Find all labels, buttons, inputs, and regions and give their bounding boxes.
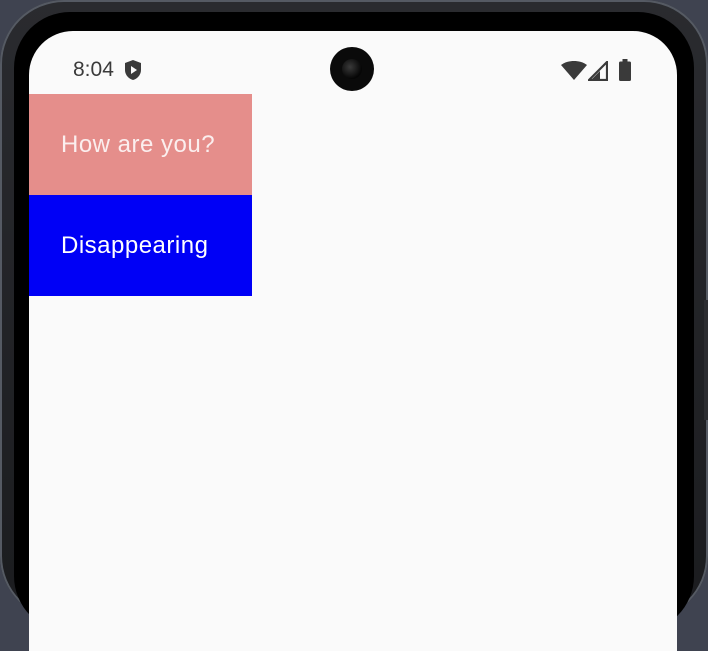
status-time: 8:04	[73, 58, 114, 81]
cell-signal-icon	[588, 61, 608, 81]
battery-icon	[619, 59, 631, 81]
camera-lens	[342, 59, 362, 79]
list-item-disappearing[interactable]: Disappearing	[29, 195, 252, 296]
wifi-icon	[561, 61, 587, 80]
status-bar: 8:04	[29, 31, 677, 94]
item-list: How are you? Disappearing	[29, 94, 252, 296]
shield-play-icon	[125, 60, 141, 80]
list-item-label: Disappearing	[61, 231, 209, 259]
phone-screen: 8:04 How are you? Disappearing	[29, 31, 677, 651]
list-item-label: How are you?	[61, 130, 216, 158]
front-camera	[330, 47, 374, 91]
list-item-how-are-you[interactable]: How are you?	[29, 94, 252, 195]
side-button	[704, 300, 708, 420]
